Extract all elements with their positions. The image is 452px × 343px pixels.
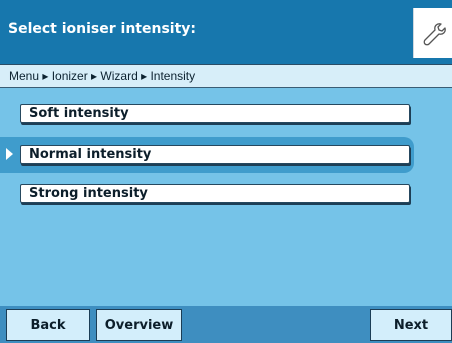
option-soft-intensity[interactable]: Soft intensity — [20, 104, 410, 123]
next-button[interactable]: Next — [370, 309, 452, 341]
selection-pointer-icon — [6, 148, 13, 160]
breadcrumb: Menu ▸ Ionizer ▸ Wizard ▸ Intensity — [0, 65, 452, 88]
option-label: Normal intensity — [29, 147, 152, 162]
option-label: Soft intensity — [29, 106, 129, 121]
back-button[interactable]: Back — [6, 309, 90, 341]
settings-button[interactable] — [413, 8, 452, 58]
title-bar: Select ioniser intensity: — [0, 0, 452, 65]
overview-button[interactable]: Overview — [96, 309, 182, 341]
page-title: Select ioniser intensity: — [8, 21, 196, 37]
breadcrumb-path: Menu ▸ Ionizer ▸ Wizard ▸ Intensity — [9, 69, 196, 83]
option-strong-intensity[interactable]: Strong intensity — [20, 184, 410, 203]
option-label: Strong intensity — [29, 186, 148, 201]
option-normal-intensity[interactable]: Normal intensity — [20, 145, 410, 164]
wrench-icon — [423, 23, 446, 46]
